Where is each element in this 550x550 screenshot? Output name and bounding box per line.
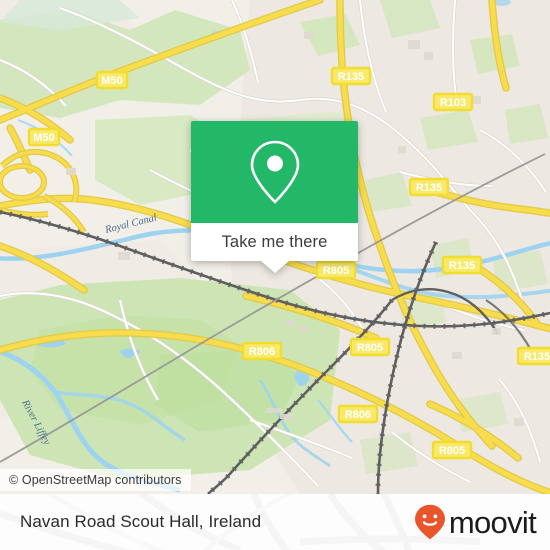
road-shield-r805-6: R805 (315, 260, 357, 280)
callout-header (191, 121, 358, 223)
callout-pointer (260, 261, 289, 273)
road-shield-label: R135 (524, 351, 550, 363)
road-shield-label: R805 (357, 342, 383, 354)
location-callout-card[interactable]: Take me there (191, 121, 358, 273)
road-shield-label: R805 (439, 445, 465, 457)
road-shield-r135-2: R135 (330, 66, 372, 86)
road-shield-r135-5: R135 (441, 255, 483, 275)
road-shield-m50-0: M50 (95, 70, 129, 90)
moovit-pin-smiley-icon (414, 504, 445, 540)
road-shield-label: R103 (440, 97, 466, 109)
road-shield-label: R135 (449, 260, 475, 272)
osm-attribution-text: © OpenStreetMap contributors (9, 473, 182, 487)
road-shield-label: R135 (338, 71, 364, 83)
callout-footer[interactable]: Take me there (191, 223, 358, 261)
road-shield-label: R805 (323, 265, 349, 277)
road-shield-label: M50 (33, 132, 54, 144)
road-shield-r806-10: R806 (337, 404, 379, 424)
osm-attribution: © OpenStreetMap contributors (0, 469, 191, 491)
road-shield-r103-3: R103 (432, 92, 474, 112)
road-shield-label: R135 (416, 182, 442, 194)
moovit-wordmark: moovit (448, 504, 537, 540)
road-shield-r805-11: R805 (431, 440, 473, 460)
road-shield-r135-9: R135 (516, 346, 550, 366)
road-shield-m50-1: M50 (27, 127, 61, 147)
place-name-label: Navan Road Scout Hall, Ireland (20, 512, 262, 531)
road-shield-label: R806 (345, 409, 371, 421)
road-shield-r135-4: R135 (408, 177, 450, 197)
road-shield-r805-8: R805 (349, 337, 391, 357)
road-shield-label: R806 (249, 346, 275, 358)
road-shield-r806-7: R806 (241, 341, 283, 361)
map-pin-icon (250, 140, 299, 204)
map-canvas[interactable]: Royal Canal River Liffey M50 M50 R135 R103 R… (0, 0, 550, 494)
footer-bar: Navan Road Scout Hall, Ireland moovit (0, 494, 550, 550)
moovit-map-share-card: Royal Canal River Liffey M50 M50 R135 R103 R… (0, 0, 550, 550)
footer-content: Navan Road Scout Hall, Ireland moovit (0, 494, 550, 550)
road-shield-label: M50 (101, 75, 122, 87)
moovit-logo: moovit (414, 504, 537, 540)
take-me-there-label: Take me there (221, 232, 328, 251)
